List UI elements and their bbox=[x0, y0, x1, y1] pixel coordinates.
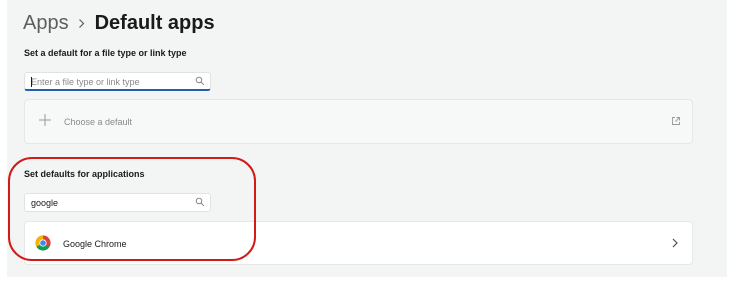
text-caret bbox=[31, 77, 32, 87]
chrome-icon bbox=[35, 235, 51, 251]
plus-icon bbox=[39, 114, 51, 126]
applications-search-field[interactable] bbox=[24, 193, 211, 212]
search-icon bbox=[195, 197, 205, 207]
choose-default-card[interactable]: Choose a default bbox=[24, 99, 693, 144]
chevron-right-icon bbox=[672, 238, 678, 248]
app-name-label: Google Chrome bbox=[63, 239, 127, 249]
applications-search-input[interactable] bbox=[31, 194, 191, 211]
search-icon bbox=[195, 76, 205, 86]
breadcrumb-apps-link[interactable]: Apps bbox=[23, 12, 69, 35]
breadcrumb: Apps Default apps bbox=[23, 8, 215, 38]
applications-section-label: Set defaults for applications bbox=[24, 169, 145, 179]
external-link-icon bbox=[672, 117, 680, 125]
choose-default-label: Choose a default bbox=[64, 117, 133, 127]
app-list-item-google-chrome[interactable]: Google Chrome bbox=[24, 221, 693, 265]
file-type-search-input[interactable] bbox=[31, 73, 191, 90]
chevron-right-icon bbox=[69, 18, 95, 29]
file-type-search-field[interactable] bbox=[24, 72, 211, 91]
page-title: Default apps bbox=[94, 11, 215, 34]
default-apps-window: Apps Default apps Set a default for a fi… bbox=[7, 0, 727, 277]
file-type-section-label: Set a default for a file type or link ty… bbox=[24, 48, 187, 58]
